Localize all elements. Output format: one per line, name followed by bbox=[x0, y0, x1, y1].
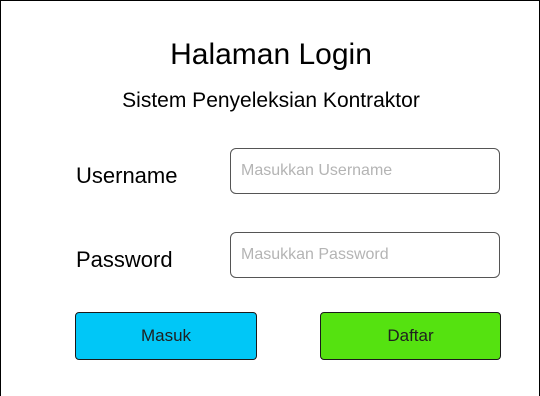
password-label: Password bbox=[76, 247, 173, 272]
password-input[interactable] bbox=[230, 232, 500, 278]
register-button[interactable]: Daftar bbox=[320, 312, 501, 360]
login-form-panel: Halaman Login Sistem Penyeleksian Kontra… bbox=[0, 0, 540, 396]
username-input[interactable] bbox=[230, 148, 500, 194]
username-label: Username bbox=[76, 163, 178, 188]
login-button[interactable]: Masuk bbox=[75, 312, 257, 360]
page-title: Halaman Login bbox=[170, 38, 372, 71]
page-subtitle: Sistem Penyeleksian Kontraktor bbox=[122, 89, 420, 112]
